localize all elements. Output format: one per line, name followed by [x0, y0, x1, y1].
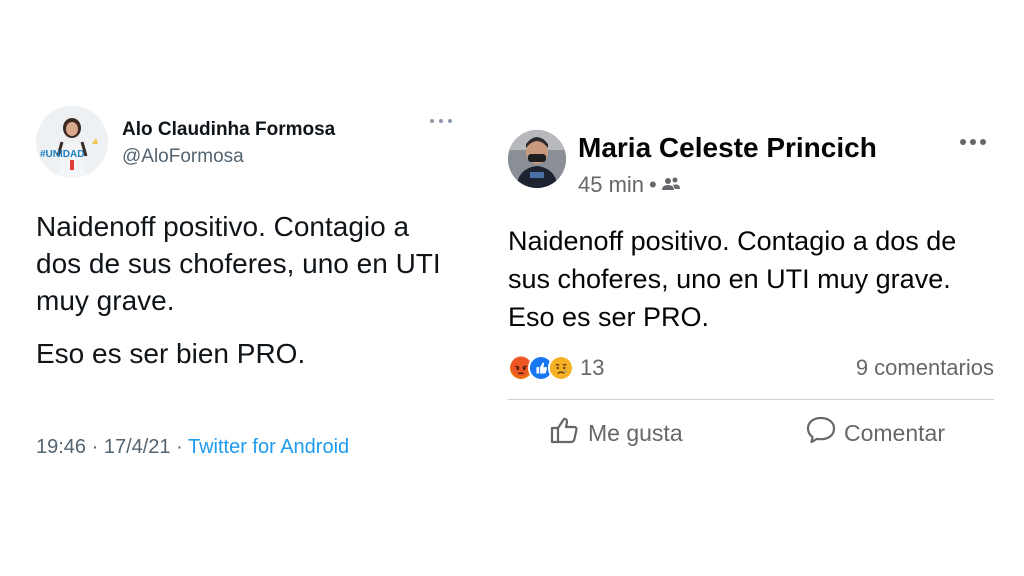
tweet-timestamp[interactable]: 19:46 · 17/4/21 · [36, 436, 188, 458]
post-author-name[interactable]: Maria Celeste Princich [578, 132, 877, 164]
comment-button[interactable]: Comentar [806, 416, 945, 450]
more-horizontal-icon[interactable] [428, 112, 454, 130]
tweet-author-handle[interactable]: @AloFormosa [122, 146, 244, 168]
actions-divider [508, 399, 994, 400]
tweet-text: Naidenoff positivo. Contagio a dos de su… [36, 208, 456, 372]
post-metadata: 45 min • [578, 172, 680, 198]
comments-count-link[interactable]: 9 comentarios [856, 355, 994, 381]
tweet-source-link[interactable]: Twitter for Android [188, 436, 349, 458]
comment-bubble-icon [806, 416, 844, 450]
sad-icon [548, 355, 574, 381]
tweet-metadata: 19:46 · 17/4/21 · Twitter for Android [36, 436, 349, 459]
post-time[interactable]: 45 min [578, 172, 644, 198]
reaction-count: 13 [580, 355, 605, 380]
reactions-summary[interactable]: 13 [508, 354, 604, 382]
comment-button-label: Comentar [844, 419, 945, 446]
thumbs-up-icon [550, 416, 588, 450]
post-avatar[interactable] [508, 130, 566, 188]
tweet-author-name[interactable]: Alo Claudinha Formosa [122, 119, 335, 141]
like-button-label: Me gusta [588, 419, 683, 446]
post-text: Naidenoff positivo. Contagio a dos de su… [508, 226, 957, 332]
avatar-badge-text: #UNIDAD [40, 149, 84, 160]
more-horizontal-icon[interactable] [958, 134, 988, 150]
tweet-text-paragraph: Naidenoff positivo. Contagio a dos de su… [36, 211, 441, 316]
like-button[interactable]: Me gusta [550, 416, 683, 450]
meta-separator: • [649, 172, 657, 197]
tweet-avatar[interactable]: #UNIDAD [36, 106, 108, 178]
tweet-text-paragraph: Eso es ser bien PRO. [36, 338, 306, 369]
friends-icon [661, 172, 680, 198]
